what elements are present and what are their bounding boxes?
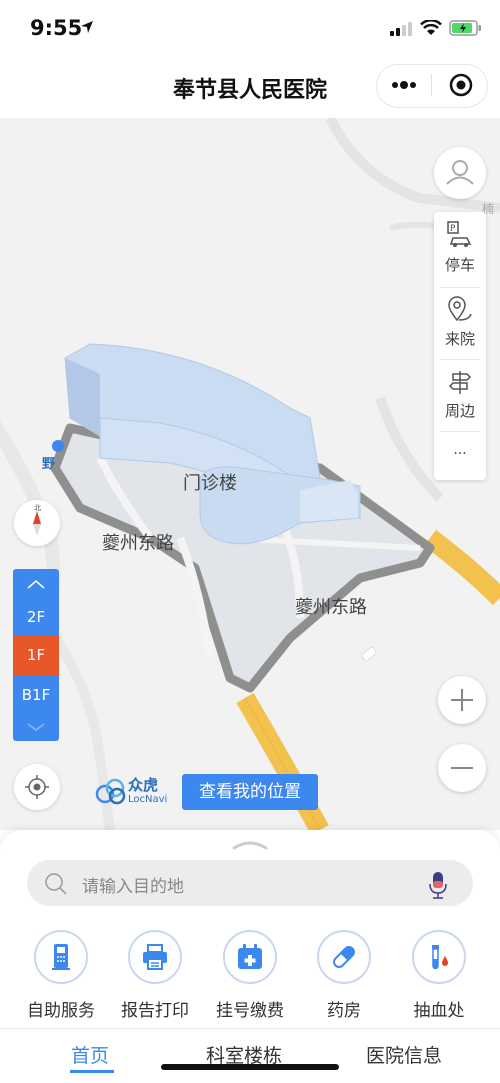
test-tube-icon xyxy=(432,945,448,970)
microphone-icon[interactable] xyxy=(426,870,450,900)
chevron-down-icon xyxy=(27,723,45,731)
floor-b1f-button[interactable]: B1F xyxy=(13,675,59,715)
service-icon-wrap xyxy=(412,930,466,984)
service-label: 抽血处 xyxy=(413,1001,465,1021)
tab-active-indicator xyxy=(70,1070,114,1073)
service-icon-wrap xyxy=(317,930,371,984)
close-target-icon[interactable] xyxy=(449,73,473,97)
tab-hospital-info[interactable]: 医院信息 xyxy=(366,1041,442,1068)
home-indicator xyxy=(161,1064,339,1070)
tab-home[interactable]: 首页 xyxy=(71,1041,109,1068)
route-pin-icon xyxy=(448,296,472,322)
indoor-map[interactable]: 门诊楼 夔州东路 夔州东路 野 楠 xyxy=(0,118,500,830)
service-label: 报告打印 xyxy=(121,1001,189,1021)
road-label: 夔州东路 xyxy=(295,597,367,618)
zoom-out-button[interactable] xyxy=(438,744,486,792)
service-label: 挂号缴费 xyxy=(216,1001,284,1021)
signal-icon xyxy=(390,22,412,36)
divider xyxy=(440,287,480,288)
wifi-icon xyxy=(420,20,442,35)
plus-icon xyxy=(451,689,473,711)
pill-icon xyxy=(333,946,355,968)
compass-button[interactable]: 北 xyxy=(14,500,60,546)
locnavi-logo-icon xyxy=(95,778,126,805)
map-canvas: 门诊楼 夔州东路 夔州东路 野 楠 xyxy=(0,118,500,830)
brand-subtitle: LocNavi xyxy=(128,794,168,805)
svg-text:北: 北 xyxy=(34,504,41,512)
service-icon-wrap xyxy=(34,930,88,984)
service-label: 药房 xyxy=(327,1001,361,1021)
to-hospital-label: 来院 xyxy=(444,330,475,348)
user-icon xyxy=(446,160,474,185)
road-label: 夔州东路 xyxy=(102,533,174,554)
signpost-icon xyxy=(448,371,472,394)
kiosk-icon xyxy=(52,944,70,970)
floor-up-button[interactable] xyxy=(13,569,59,599)
divider xyxy=(440,359,480,360)
parking-label: 停车 xyxy=(444,256,475,274)
chevron-up-icon xyxy=(27,580,45,589)
parking-tool[interactable]: P 停车 xyxy=(434,220,486,275)
more-tools-button[interactable]: ... xyxy=(434,442,486,458)
service-registration-payment[interactable]: 挂号缴费 xyxy=(210,930,290,1021)
brand-name: 众虎 xyxy=(128,776,159,794)
map-tool-panel: P 停车 来院 周边 ... xyxy=(434,212,486,480)
locate-button[interactable] xyxy=(14,764,60,810)
battery-icon xyxy=(449,20,481,36)
floor-1f-button[interactable]: 1F xyxy=(13,635,59,675)
nearby-label: 周边 xyxy=(444,402,475,420)
service-self-help[interactable]: 自助服务 xyxy=(21,930,101,1021)
service-report-print[interactable]: 报告打印 xyxy=(115,930,195,1021)
to-hospital-tool[interactable]: 来院 xyxy=(434,296,486,349)
service-icon-wrap xyxy=(223,930,277,984)
printer-icon xyxy=(143,944,167,970)
location-arrow-icon xyxy=(81,21,93,33)
zoom-in-button[interactable] xyxy=(438,676,486,724)
service-blood-draw[interactable]: 抽血处 xyxy=(399,930,479,1021)
parking-icon: P xyxy=(447,221,472,247)
floor-2f-button[interactable]: 2F xyxy=(13,599,59,635)
divider xyxy=(440,431,480,432)
svg-text:P: P xyxy=(450,224,456,234)
nearby-tool[interactable]: 周边 xyxy=(434,368,486,421)
building-label: 门诊楼 xyxy=(183,473,237,494)
service-pharmacy[interactable]: 药房 xyxy=(304,930,384,1021)
floor-selector: 2F 1F B1F xyxy=(13,569,59,741)
service-label: 自助服务 xyxy=(27,1001,95,1021)
view-my-location-button[interactable]: 查看我的位置 xyxy=(182,774,318,810)
crosshair-icon xyxy=(25,775,49,799)
poi-label: 野 xyxy=(42,457,55,472)
capsule-divider xyxy=(431,74,432,96)
calendar-medical-icon xyxy=(238,944,262,969)
sheet-handle-icon[interactable] xyxy=(230,838,270,852)
service-icon-wrap xyxy=(128,930,182,984)
search-placeholder: 请输入目的地 xyxy=(82,877,184,897)
user-avatar-button[interactable] xyxy=(434,147,486,199)
more-dots-icon[interactable] xyxy=(390,77,418,93)
status-time: 9:55 xyxy=(30,16,83,40)
compass-icon: 北 xyxy=(33,504,41,536)
floor-down-button[interactable] xyxy=(13,715,59,741)
minus-icon xyxy=(451,767,473,769)
search-icon xyxy=(45,873,67,895)
